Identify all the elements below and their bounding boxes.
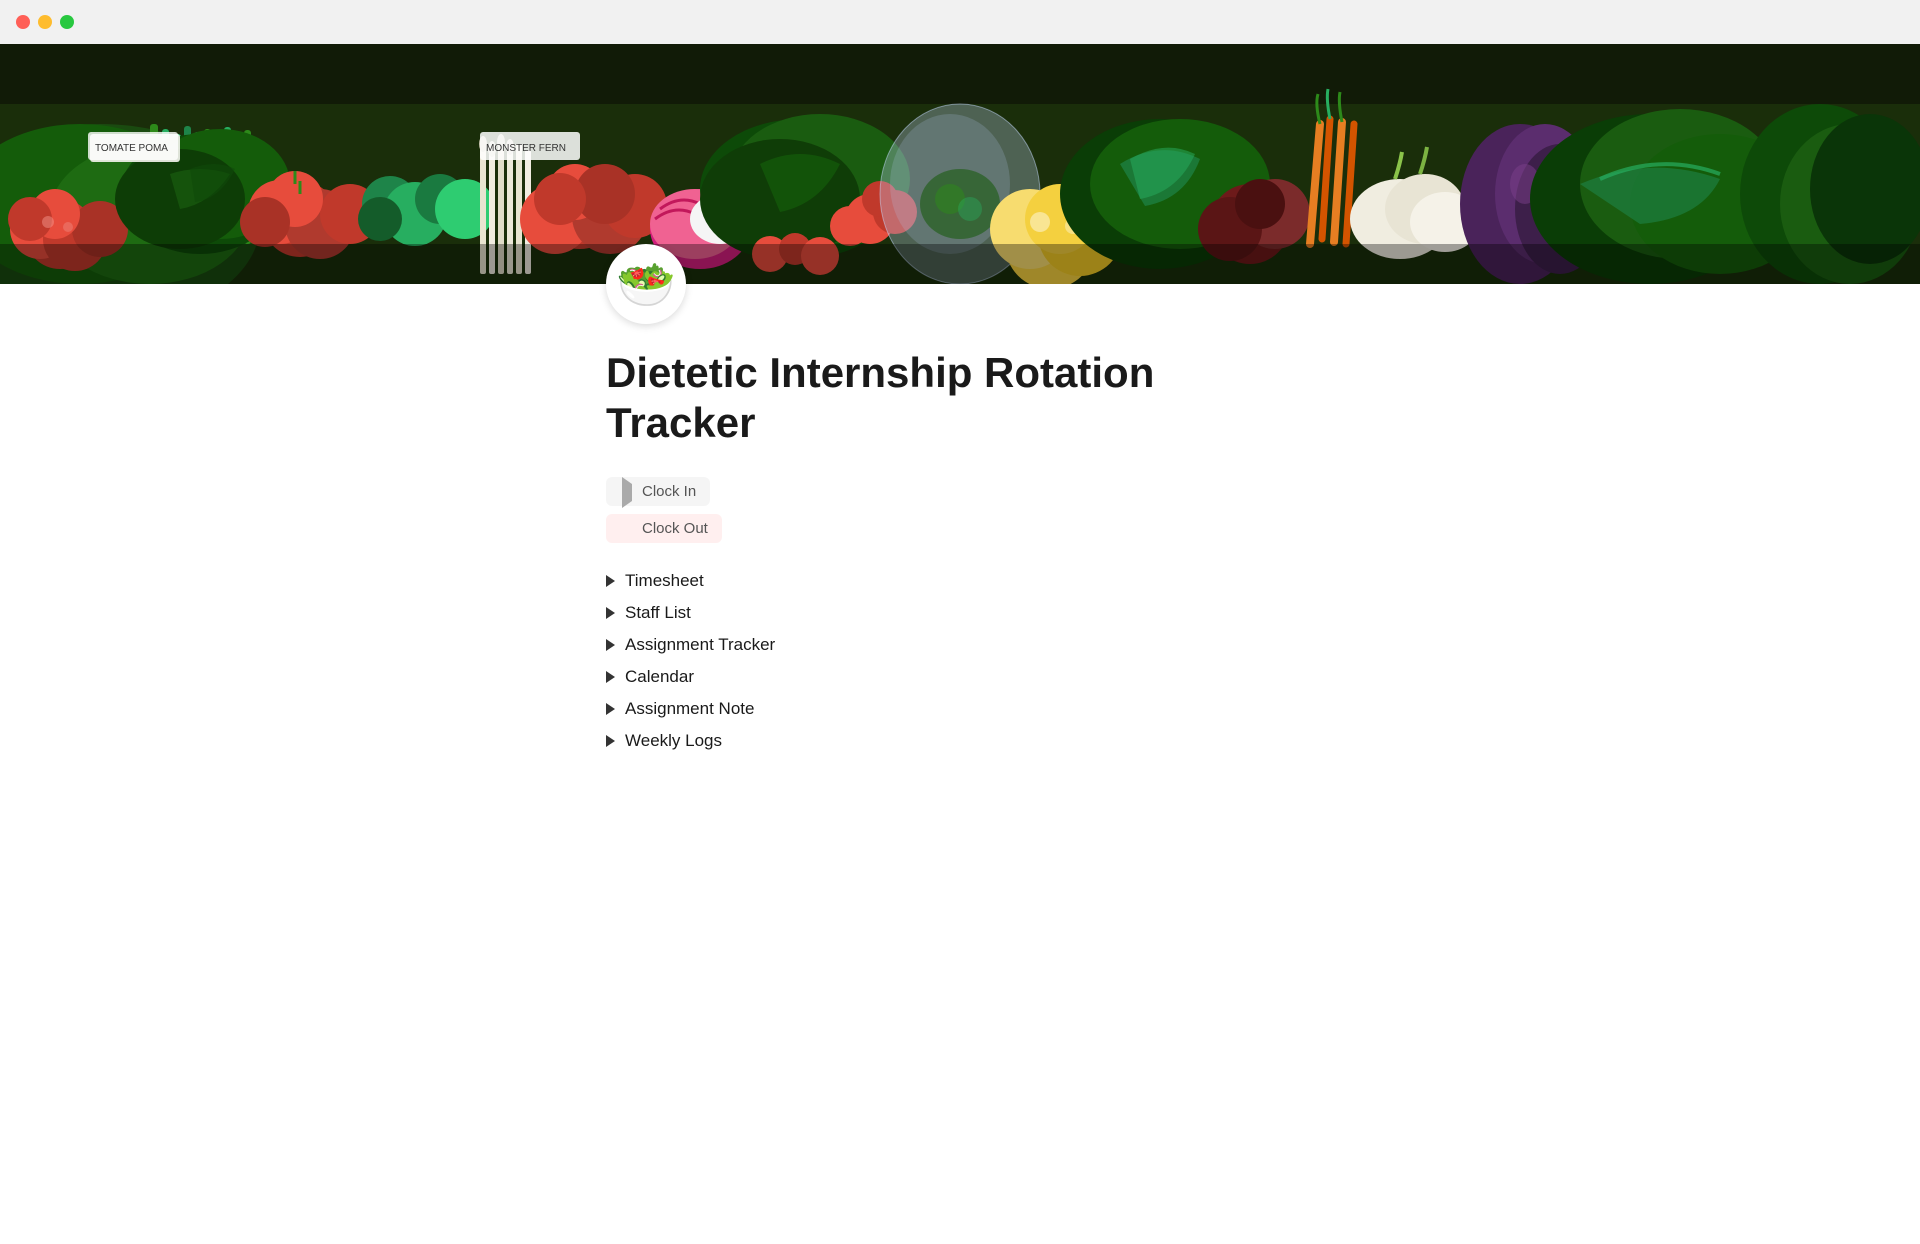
nav-item-weekly-logs[interactable]: Weekly Logs xyxy=(606,727,1314,755)
clock-in-label: Clock In xyxy=(642,483,696,500)
nav-item-staff-list[interactable]: Staff List xyxy=(606,599,1314,627)
nav-item-assignment-tracker[interactable]: Assignment Tracker xyxy=(606,631,1314,659)
nav-label-assignment-tracker: Assignment Tracker xyxy=(625,635,775,655)
page-icon: 🥗 xyxy=(606,244,686,324)
clock-out-button[interactable]: Clock Out xyxy=(606,514,722,543)
nav-arrow-icon xyxy=(606,575,615,587)
clock-in-button[interactable]: Clock In xyxy=(606,477,710,506)
nav-label-timesheet: Timesheet xyxy=(625,571,704,591)
svg-text:MONSTER FERN: MONSTER FERN xyxy=(486,143,566,154)
nav-item-timesheet[interactable]: Timesheet xyxy=(606,567,1314,595)
nav-list: Timesheet Staff List Assignment Tracker Cal… xyxy=(606,567,1314,755)
clock-out-label: Clock Out xyxy=(642,520,708,537)
nav-label-weekly-logs: Weekly Logs xyxy=(625,731,722,751)
nav-item-calendar[interactable]: Calendar xyxy=(606,663,1314,691)
nav-arrow-icon xyxy=(606,671,615,683)
nav-label-calendar: Calendar xyxy=(625,667,694,687)
title-bar xyxy=(0,0,1920,44)
minimize-button[interactable] xyxy=(38,15,52,29)
stop-icon xyxy=(620,521,634,535)
nav-arrow-icon xyxy=(606,735,615,747)
svg-text:TOMATE POMA: TOMATE POMA xyxy=(95,143,168,154)
nav-label-assignment-note: Assignment Note xyxy=(625,699,754,719)
page-title: Dietetic Internship Rotation Tracker xyxy=(606,348,1314,449)
nav-arrow-icon xyxy=(606,639,615,651)
banner-image: TOMATE POMA MONSTER FERN xyxy=(0,44,1920,284)
nav-arrow-icon xyxy=(606,607,615,619)
nav-label-staff-list: Staff List xyxy=(625,603,691,623)
action-buttons: Clock In Clock Out xyxy=(606,477,1314,543)
page-content: 🥗 Dietetic Internship Rotation Tracker C… xyxy=(510,244,1410,755)
close-button[interactable] xyxy=(16,15,30,29)
play-icon xyxy=(620,484,634,498)
nav-arrow-icon xyxy=(606,703,615,715)
nav-item-assignment-note[interactable]: Assignment Note xyxy=(606,695,1314,723)
maximize-button[interactable] xyxy=(60,15,74,29)
